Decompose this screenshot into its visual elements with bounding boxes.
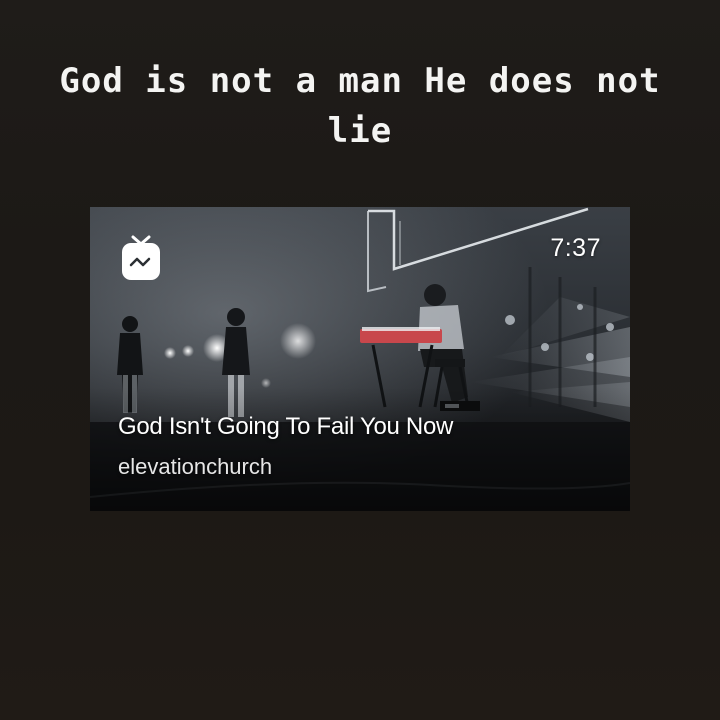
video-title: God Isn't Going To Fail You Now	[118, 413, 454, 440]
video-author: elevationchurch	[118, 454, 273, 479]
igtv-video-card[interactable]: 7:37 God Isn't Going To Fail You Now ele…	[90, 207, 630, 511]
igtv-icon	[122, 235, 160, 280]
story-frame: God is not a man He does not lie 7:37 Go…	[0, 0, 720, 720]
video-duration: 7:37	[550, 234, 601, 262]
story-caption: God is not a man He does not lie	[59, 61, 661, 151]
